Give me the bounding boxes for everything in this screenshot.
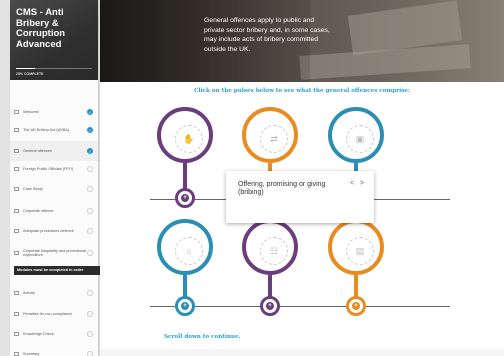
menu-item-icon <box>14 167 19 171</box>
menu-item-icon <box>14 209 19 213</box>
pulse-button[interactable]: + <box>346 296 366 316</box>
course-progress-bar <box>16 68 92 69</box>
pin-bubble: ▣ <box>328 107 384 163</box>
pin-bubble: ⌂ <box>157 219 213 275</box>
order-tooltip: Modules must be completed in order <box>14 266 100 275</box>
offence-popup: Offering, promising or giving (bribing) … <box>226 171 374 223</box>
popup-nav: < > <box>350 180 364 187</box>
status-circle-icon <box>87 331 93 337</box>
sidebar-item[interactable]: Corporate offence <box>10 201 98 221</box>
menu-item-icon <box>14 332 19 336</box>
pulse-button[interactable]: + <box>260 296 280 316</box>
main-content: General offences apply to public and pri… <box>100 0 504 356</box>
sidebar-item[interactable]: Knowledge Check <box>10 324 98 344</box>
sidebar-item-label: Summary <box>23 351 40 356</box>
menu-item-icon <box>14 312 19 316</box>
gift-box-icon: ▣ <box>346 125 374 153</box>
menu-item-icon <box>14 251 19 255</box>
status-circle-icon <box>87 250 93 256</box>
checkmark-icon: ✓ <box>87 148 93 154</box>
status-circle-icon <box>87 208 93 214</box>
sidebar-item-label: Case Study <box>23 186 43 191</box>
popup-text: Offering, promising or giving (bribing) <box>238 181 326 196</box>
menu-item-icon <box>14 352 19 356</box>
pin-bubble: ⇄ <box>242 107 298 163</box>
sidebar-item[interactable]: Penalties for non-compliance <box>10 304 98 324</box>
sidebar-item[interactable]: Corporate hospitality and promotional ex… <box>10 243 98 263</box>
plus-icon: + <box>266 302 274 310</box>
document-icon: ▤ <box>346 237 374 265</box>
row-line-bottom <box>150 306 450 307</box>
status-circle-icon <box>87 166 93 172</box>
course-progress-text: 25% COMPLETE <box>16 72 44 76</box>
status-circle-icon <box>87 351 93 356</box>
pin-stem <box>354 275 358 298</box>
hand-offering-icon: ✋ <box>175 125 203 153</box>
sidebar-item[interactable]: Summary <box>10 344 98 356</box>
sidebar-item[interactable]: Foreign Public Officials (FPO) <box>10 159 98 179</box>
status-circle-icon <box>87 228 93 234</box>
sidebar-header: CMS - Anti Bribery & Corruption Advanced… <box>10 0 98 80</box>
menu-item-icon <box>14 110 19 114</box>
prev-arrow-icon[interactable]: < <box>350 180 354 187</box>
banner: General offences apply to public and pri… <box>100 0 504 82</box>
status-circle-icon <box>87 290 93 296</box>
sidebar-item-label: Welcome <box>23 109 39 114</box>
menu-item-icon <box>14 187 19 191</box>
sidebar-item[interactable]: Adequate procedures defence <box>10 221 98 241</box>
people-exchange-icon: ⇄ <box>260 125 288 153</box>
instruction-text: Click on the pulses below to see what th… <box>193 88 411 94</box>
checkmark-icon: ✓ <box>87 109 93 115</box>
sidebar: CMS - Anti Bribery & Corruption Advanced… <box>10 0 98 356</box>
menu-item-icon <box>14 229 19 233</box>
menu-item-icon <box>14 128 19 132</box>
footer <box>100 349 504 356</box>
scroll-hint: Scroll down to continue. <box>164 334 241 340</box>
next-arrow-icon[interactable]: > <box>360 180 364 187</box>
menu-item-icon <box>14 291 19 295</box>
sidebar-item-label: Corporate offence <box>23 208 54 213</box>
sidebar-item-label: Knowledge Check <box>23 331 54 336</box>
sidebar-item[interactable]: The UK Bribery Act (UKBA) ✓ <box>10 120 98 140</box>
checkmark-icon: ✓ <box>87 127 93 133</box>
plus-icon: + <box>181 194 189 202</box>
plus-icon: + <box>181 302 189 310</box>
pin-stem <box>183 275 187 298</box>
pulse-button[interactable]: + <box>175 188 195 208</box>
sidebar-item-label: Corporate hospitality and promotional ex… <box>23 248 87 258</box>
sidebar-item-label: Activity <box>23 290 36 295</box>
building-icon: ⌂ <box>175 237 203 265</box>
pin-stem <box>183 163 187 190</box>
pulse-button[interactable]: + <box>175 296 195 316</box>
sidebar-item-label: Penalties for non-compliance <box>23 311 72 316</box>
pin-bubble: ☷ <box>242 219 298 275</box>
status-circle-icon <box>87 311 93 317</box>
menu-item-icon <box>14 149 19 153</box>
sidebar-item[interactable]: General offences ✓ <box>10 141 98 161</box>
sidebar-item[interactable]: Case Study <box>10 179 98 199</box>
sidebar-item-label: Adequate procedures defence <box>23 228 74 233</box>
sidebar-item[interactable]: Activity <box>10 283 98 303</box>
meeting-icon: ☷ <box>260 237 288 265</box>
status-circle-icon <box>87 186 93 192</box>
sidebar-item-label: Foreign Public Officials (FPO) <box>23 166 74 171</box>
pin-stem <box>268 275 272 298</box>
banner-text: General offences apply to public and pri… <box>204 17 330 53</box>
pin-bubble: ✋ <box>157 107 213 163</box>
course-title: CMS - Anti Bribery & Corruption Advanced <box>16 7 66 50</box>
plus-icon: + <box>352 302 360 310</box>
pin-bubble: ▤ <box>328 219 384 275</box>
sidebar-item-label: The UK Bribery Act (UKBA) <box>23 127 70 132</box>
sidebar-item-label: General offences <box>23 148 52 153</box>
sidebar-item[interactable]: Welcome ✓ <box>10 102 98 122</box>
